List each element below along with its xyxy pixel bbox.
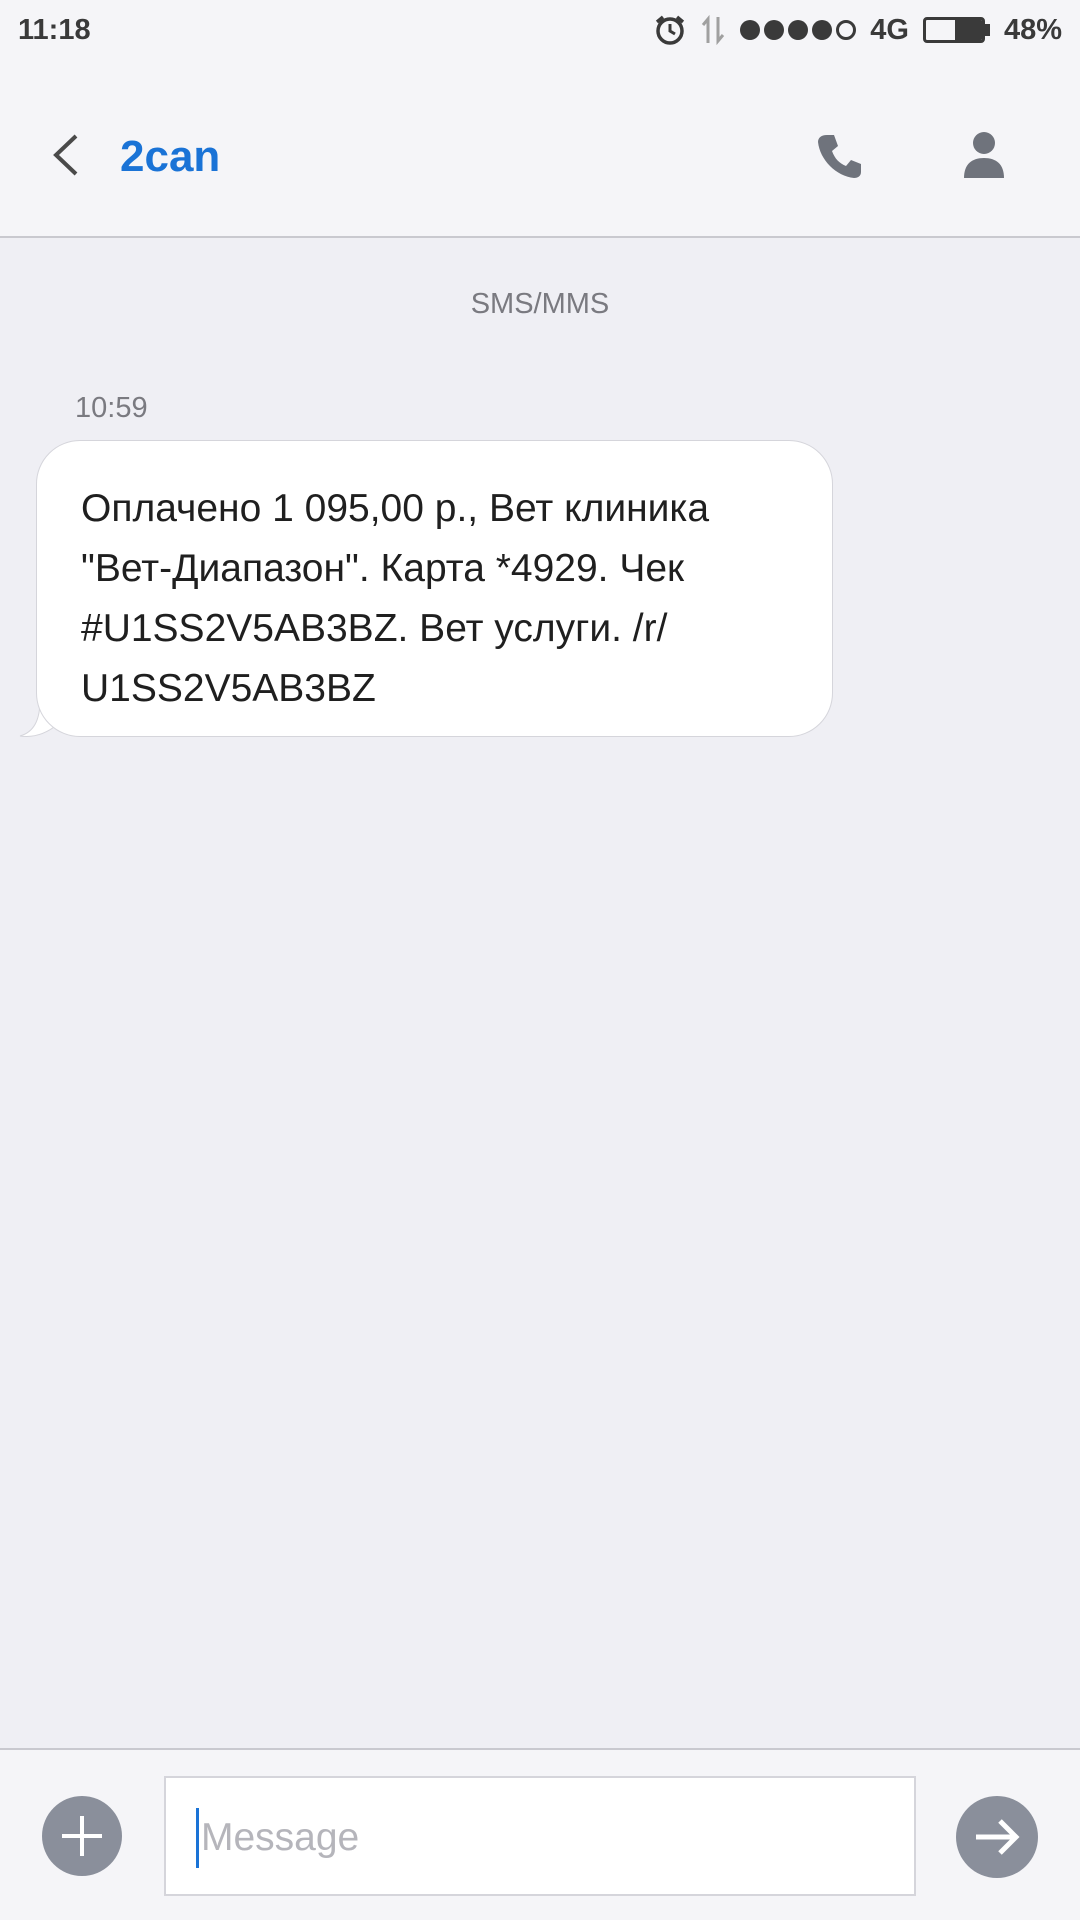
battery-percent: 48%: [1003, 13, 1062, 46]
attach-button[interactable]: [42, 1796, 122, 1876]
message-input[interactable]: [196, 1808, 883, 1868]
channel-label: SMS/MMS: [470, 288, 610, 320]
status-bar: 11:18 4G 48%: [0, 0, 1080, 60]
status-icons: 4G 48%: [654, 14, 1062, 47]
send-button[interactable]: [956, 1796, 1038, 1878]
message-bubble[interactable]: Оплачено 1 095,00 р., Вет клиника "Вет-Д…: [36, 440, 833, 737]
signal-icon: [740, 20, 857, 40]
message-input-box[interactable]: [164, 1776, 916, 1896]
message-line: Оплачено 1 095,00 р., Вет клиника: [81, 487, 710, 530]
call-button[interactable]: [814, 130, 866, 182]
contact-name[interactable]: 2can: [120, 132, 220, 182]
conversation-header: 2can: [0, 60, 1080, 238]
send-arrow-icon: [976, 1819, 1020, 1855]
battery-icon: [922, 17, 990, 43]
message-line: U1SS2V5AB3BZ: [81, 667, 376, 710]
phone-icon: [818, 135, 861, 178]
message-line: "Вет-Диапазон". Карта *4929. Чек: [81, 547, 685, 590]
data-transfer-icon: [700, 15, 726, 45]
status-time: 11:18: [18, 13, 91, 46]
message-line: #U1SS2V5AB3BZ. Вет услуги. /r/: [81, 607, 668, 650]
network-type: 4G: [870, 13, 909, 46]
contact-info-button[interactable]: [962, 130, 1006, 180]
message-composer: [0, 1748, 1080, 1920]
message-timestamp: 10:59: [75, 392, 148, 424]
back-button[interactable]: [46, 130, 86, 180]
alarm-icon: [654, 14, 686, 46]
person-icon: [964, 132, 1004, 178]
plus-icon: [62, 1816, 102, 1856]
back-arrow-icon: [53, 134, 78, 176]
